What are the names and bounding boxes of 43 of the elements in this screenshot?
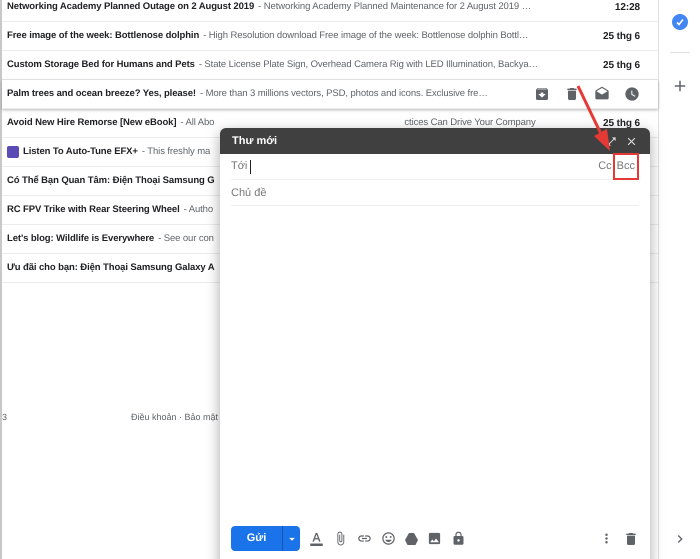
archive-icon[interactable] — [534, 86, 550, 102]
to-label: Tới — [231, 159, 248, 174]
email-subject: Networking Academy Planned Outage on 2 August 2019 — [7, 0, 254, 14]
email-snippet: ctices Can Drive Your Company — [404, 116, 536, 130]
text-format-icon[interactable] — [309, 531, 324, 546]
email-subject: Ưu đãi cho bạn: Điện Thoại Samsung Galaxy A — [7, 260, 215, 275]
smiley-icon[interactable] — [381, 531, 396, 546]
storage-text: 3 — [2, 411, 8, 424]
send-options-button[interactable] — [283, 526, 300, 551]
email-snippet: - High Resolution download Free image of the week: Bottlenose dolphin Bottl… — [203, 28, 528, 43]
lock-icon[interactable] — [451, 531, 466, 546]
send-button[interactable]: Gửi — [231, 526, 283, 551]
email-snippet: - See our con — [158, 232, 214, 246]
email-snippet: - Autho — [184, 202, 214, 217]
email-date: 25 thg 6 — [603, 58, 640, 72]
email-row[interactable]: Palm trees and ocean breeze? Yes, please! - More than 3 millions vectors, PSD, photos and icons. Exclusive fre… — [2, 80, 658, 109]
email-subject: Let's blog: Wildlife is Everywhere — [7, 232, 154, 246]
bcc-link[interactable]: Bcc — [612, 153, 639, 180]
email-snippet: - This freshly ma — [142, 144, 210, 159]
email-subject: Có Thể Bạn Quan Tâm: Điện Thoại Samsung G — [7, 174, 215, 188]
email-row[interactable]: Networking Academy Planned Outage on 2 August 2019 - Networking Academy Planned Maintenance for 2 August 2019 … 12:28 — [2, 0, 658, 22]
email-subject: Listen To Auto-Tune EFX+ — [23, 144, 138, 159]
image-icon[interactable] — [427, 531, 442, 546]
email-subject: Palm trees and ocean breeze? Yes, please! — [7, 86, 196, 101]
subject-input-field[interactable]: Chủ đề — [231, 180, 639, 206]
tasks-icon[interactable] — [672, 14, 688, 30]
email-subject: RC FPV Trike with Rear Steering Wheel — [7, 202, 180, 217]
email-snippet: - More than 3 millions vectors, PSD, photos and icons. Exclusive fre… — [200, 86, 488, 101]
email-snippet: - All Abo — [180, 116, 214, 130]
annotation-arrow — [576, 84, 612, 152]
cc-link[interactable]: Cc — [598, 158, 612, 175]
clock-icon[interactable] — [624, 86, 640, 102]
email-date: 25 thg 6 — [603, 30, 640, 44]
sender-avatar-icon — [7, 146, 19, 158]
email-subject: Custom Storage Bed for Humans and Pets — [7, 58, 195, 72]
email-subject: Free image of the week: Bottlenose dolphin — [7, 28, 200, 43]
email-date: 25 thg 6 — [603, 116, 640, 130]
email-snippet: - Networking Academy Planned Maintenance for 2 August 2019 … — [258, 0, 532, 14]
email-snippet: - State License Plate Sign, Overhead Camera Rig with LED Illumination, Backya… — [198, 58, 538, 72]
footer-links[interactable]: Điều khoản · Bảo mật — [131, 411, 218, 424]
open-envelope-icon[interactable] — [594, 86, 610, 102]
email-subject: Avoid New Hire Remorse [New eBook] — [7, 116, 176, 130]
email-date: 12:28 — [614, 0, 640, 14]
